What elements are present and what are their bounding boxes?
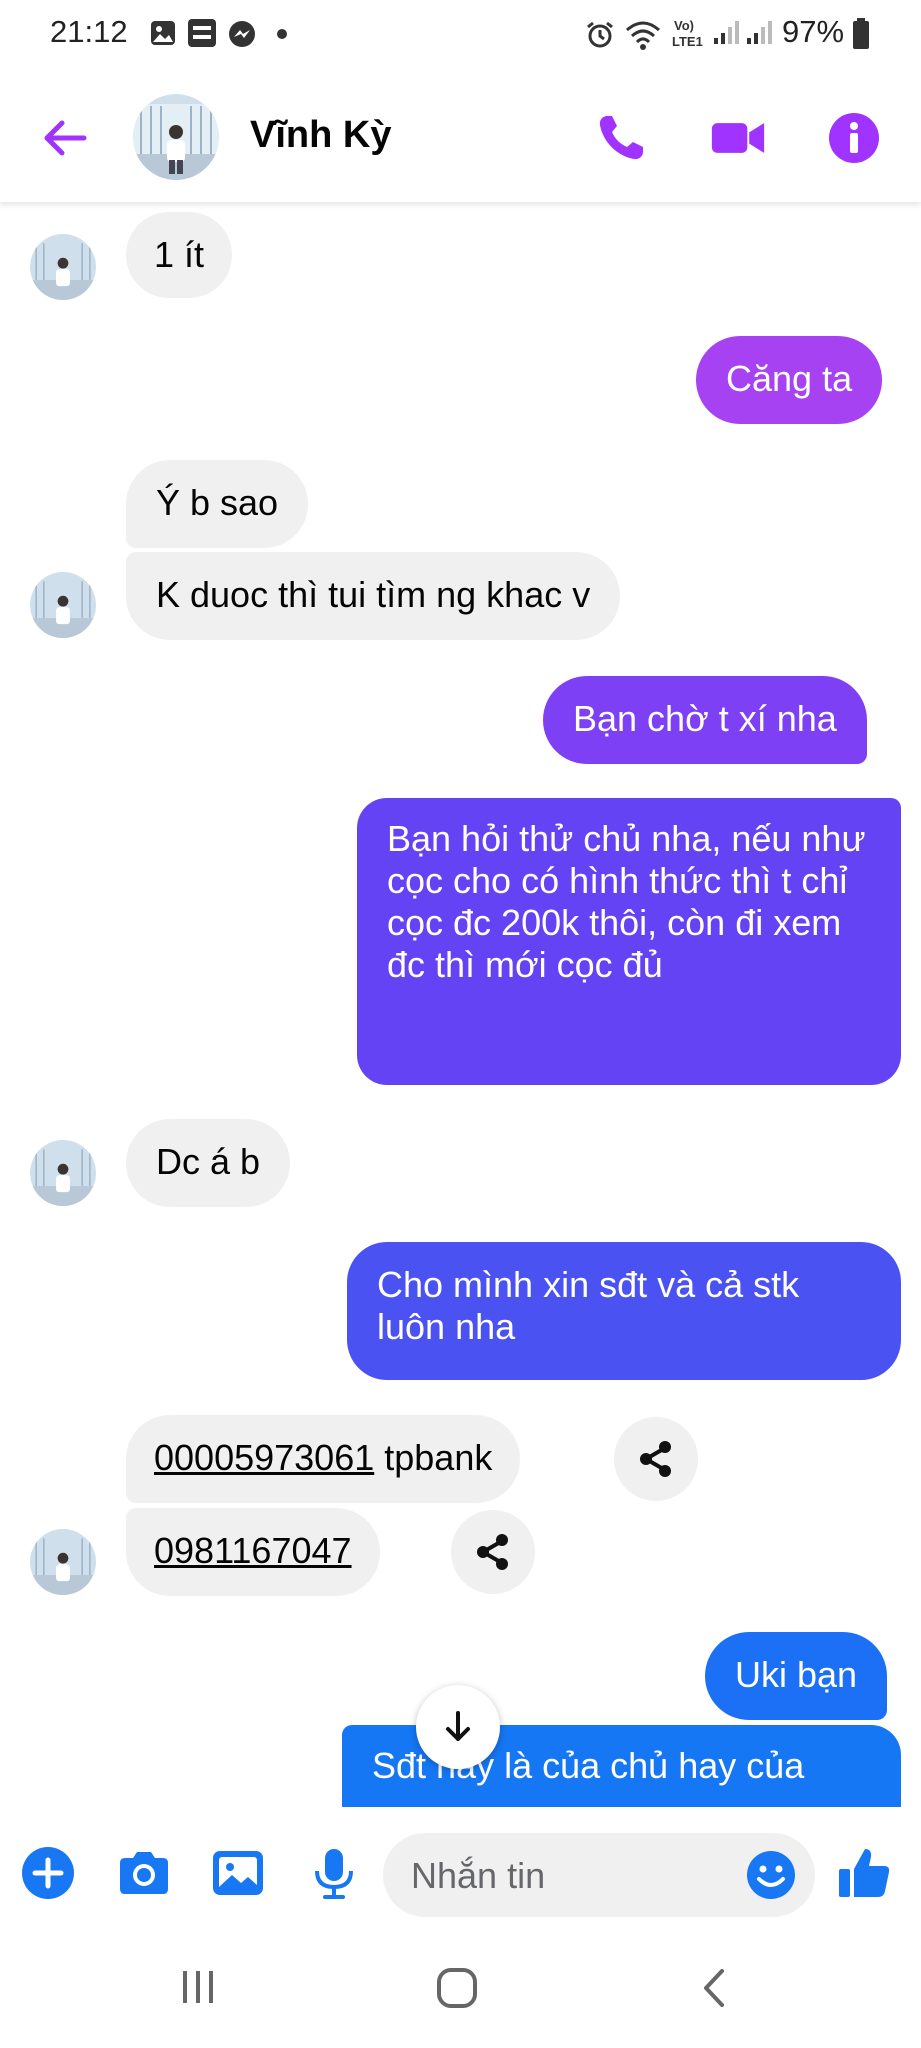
message-list[interactable]: 1 ít Căng ta Ý b sao K duoc thì tui tìm … bbox=[0, 202, 921, 1807]
message-text: Cho mình xin sđt và cả stk luôn nha bbox=[377, 1264, 800, 1347]
outgoing-message-bubble[interactable]: Bạn hỏi thử chủ nha, nếu như cọc cho có … bbox=[357, 798, 901, 1085]
incoming-message-bubble[interactable]: 0981167047 bbox=[126, 1508, 380, 1596]
plus-circle-icon[interactable] bbox=[20, 1845, 76, 1901]
incoming-message-bubble[interactable]: Dc á b bbox=[126, 1119, 291, 1207]
message-text: K duoc thì tui tìm ng khac v bbox=[156, 574, 591, 615]
microphone-icon[interactable] bbox=[306, 1845, 362, 1901]
share-button[interactable] bbox=[614, 1417, 698, 1501]
emoji-icon[interactable] bbox=[745, 1849, 797, 1901]
sender-avatar[interactable] bbox=[30, 1529, 96, 1595]
contact-name[interactable]: Vĩnh Kỳ bbox=[250, 114, 391, 157]
share-icon bbox=[477, 1534, 508, 1570]
contact-avatar[interactable] bbox=[133, 94, 219, 180]
video-camera-icon[interactable] bbox=[710, 110, 766, 166]
incoming-message-bubble[interactable]: 1 ít bbox=[126, 212, 233, 298]
camera-icon[interactable] bbox=[116, 1845, 172, 1901]
wifi-icon bbox=[626, 21, 660, 50]
message-text: Uki bạn bbox=[735, 1654, 858, 1695]
phone-number-link[interactable]: 0981167047 bbox=[154, 1530, 352, 1571]
incoming-message-bubble[interactable]: Ý b sao bbox=[126, 460, 309, 548]
outgoing-message-bubble[interactable]: Uki bạn bbox=[705, 1632, 888, 1720]
message-text: Dc á b bbox=[156, 1141, 261, 1182]
gallery-notification-icon bbox=[151, 21, 175, 45]
svg-text:Vo): Vo) bbox=[674, 18, 694, 33]
info-icon[interactable] bbox=[826, 110, 882, 166]
image-icon[interactable] bbox=[210, 1845, 266, 1901]
incoming-message-bubble[interactable]: K duoc thì tui tìm ng khac v bbox=[126, 552, 621, 640]
message-text: Bạn chờ t xí nha bbox=[573, 698, 837, 739]
signal-strength-2-icon bbox=[747, 21, 772, 44]
outgoing-message-bubble[interactable]: Bạn chờ t xí nha bbox=[543, 676, 867, 764]
share-icon bbox=[640, 1441, 671, 1477]
scroll-to-bottom-button[interactable] bbox=[416, 1685, 500, 1769]
news-app-notification-icon bbox=[188, 19, 216, 47]
outgoing-message-bubble[interactable]: Cho mình xin sđt và cả stk luôn nha bbox=[347, 1242, 901, 1380]
incoming-message-bubble[interactable]: 00005973061 tpbank bbox=[126, 1415, 521, 1503]
volte-icon: Vo) LTE1 bbox=[672, 18, 703, 49]
alarm-icon bbox=[587, 21, 613, 48]
status-bar: 21:12 Vo) LTE1 97% bbox=[0, 0, 921, 68]
thumbs-up-icon[interactable] bbox=[836, 1845, 892, 1901]
back-icon[interactable] bbox=[700, 1967, 728, 2009]
battery-percentage: 97% bbox=[782, 14, 845, 49]
message-text: tpbank bbox=[374, 1437, 493, 1478]
sender-avatar[interactable] bbox=[30, 572, 96, 638]
messenger-notification-icon bbox=[229, 21, 255, 47]
battery-icon bbox=[853, 18, 869, 49]
message-composer: Nhắn tin bbox=[0, 1807, 921, 1937]
home-icon[interactable] bbox=[436, 1967, 478, 2009]
sender-avatar[interactable] bbox=[30, 234, 96, 300]
outgoing-message-bubble[interactable]: Căng ta bbox=[696, 336, 883, 424]
share-button[interactable] bbox=[451, 1510, 535, 1594]
phone-icon[interactable] bbox=[593, 110, 649, 166]
arrow-down-icon bbox=[446, 1711, 470, 1741]
signal-strength-1-icon bbox=[714, 21, 739, 44]
message-text: Bạn hỏi thử chủ nha, nếu như cọc cho có … bbox=[387, 818, 866, 985]
arrow-left-icon[interactable] bbox=[40, 113, 90, 163]
recent-apps-icon[interactable] bbox=[178, 1967, 218, 2007]
message-text: Ý b sao bbox=[156, 482, 279, 523]
message-text: 1 ít bbox=[154, 234, 205, 275]
bank-account-link[interactable]: 00005973061 bbox=[154, 1437, 374, 1478]
conversation-header: Vĩnh Kỳ bbox=[0, 70, 921, 202]
message-input[interactable]: Nhắn tin bbox=[383, 1833, 815, 1917]
status-time: 21:12 bbox=[50, 14, 128, 49]
sender-avatar[interactable] bbox=[30, 1140, 96, 1206]
system-navigation-bar bbox=[0, 1937, 921, 2048]
svg-text:LTE1: LTE1 bbox=[672, 34, 703, 49]
message-text: Căng ta bbox=[726, 358, 853, 399]
more-notifications-dot-icon bbox=[277, 29, 287, 39]
message-input-placeholder: Nhắn tin bbox=[411, 1855, 546, 1896]
